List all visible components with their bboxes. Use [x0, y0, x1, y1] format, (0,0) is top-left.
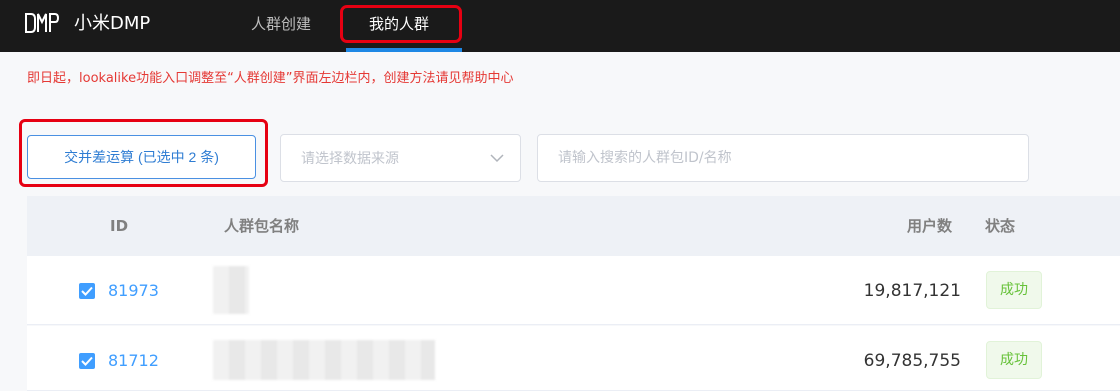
data-source-placeholder: 请选择数据来源: [301, 151, 399, 167]
data-source-select[interactable]: 请选择数据来源: [280, 134, 521, 182]
audience-name-redacted: [213, 266, 249, 314]
table-row: 81712 69,785,755 成功: [27, 326, 1120, 391]
dmp-logo-icon[interactable]: [25, 12, 59, 34]
active-tab-indicator: [346, 48, 462, 52]
search-input[interactable]: [537, 134, 1029, 182]
audience-id-link[interactable]: 81973: [108, 280, 159, 302]
set-operation-button[interactable]: 交并差运算 (已选中 2 条): [27, 135, 256, 179]
user-count: 19,817,121: [863, 281, 961, 301]
chevron-down-icon: [490, 154, 504, 163]
status-badge: 成功: [986, 341, 1042, 379]
checkmark-icon: [81, 286, 93, 296]
column-header-id: ID: [110, 217, 129, 235]
notice-message: 即日起，lookalike功能入口调整至“人群创建”界面左边栏内，创建方法请见帮…: [27, 71, 514, 86]
tab-create-audience[interactable]: 人群创建: [251, 13, 311, 35]
row-checkbox[interactable]: [79, 353, 95, 369]
active-tab-highlight: [340, 5, 462, 43]
column-header-status: 状态: [985, 217, 1016, 235]
column-header-name: 人群包名称: [224, 217, 300, 235]
table-header: ID 人群包名称 用户数 状态: [27, 196, 1120, 256]
top-navigation-bar: 小米DMP 人群创建 我的人群: [0, 0, 1120, 52]
column-header-users: 用户数: [907, 217, 953, 235]
status-badge: 成功: [986, 271, 1042, 309]
brand-name[interactable]: 小米DMP: [74, 11, 150, 37]
row-checkbox[interactable]: [79, 283, 95, 299]
table-row: 81973 19,817,121 成功: [27, 256, 1120, 325]
user-count: 69,785,755: [863, 351, 961, 371]
checkmark-icon: [81, 356, 93, 366]
audience-id-link[interactable]: 81712: [108, 350, 159, 372]
audience-name-redacted: [213, 340, 435, 380]
